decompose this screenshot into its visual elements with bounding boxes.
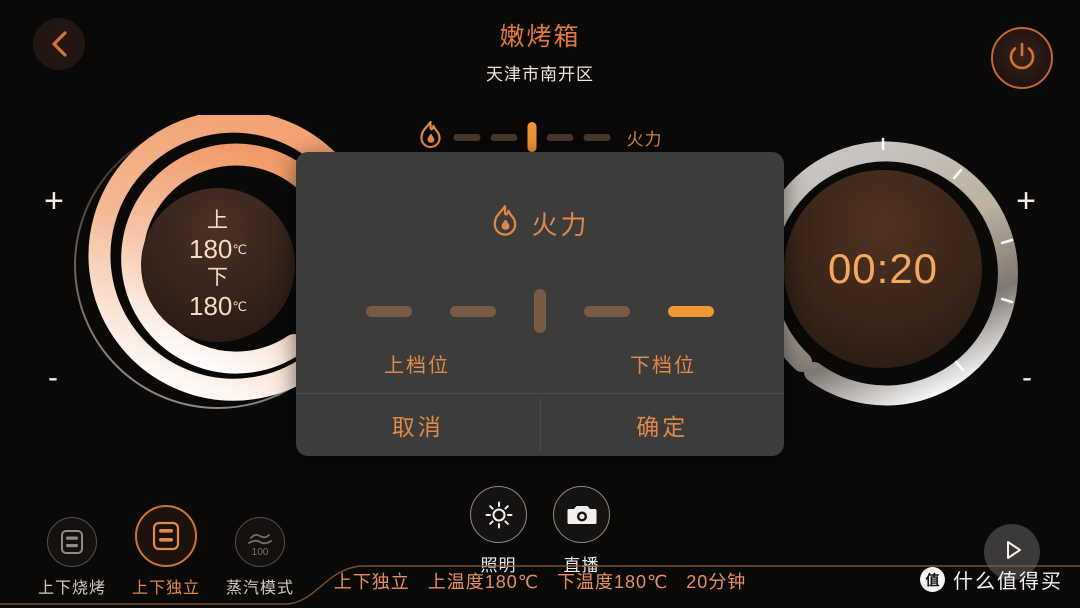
status-item: 上下独立	[333, 572, 410, 592]
level-segment-active[interactable]	[668, 305, 714, 317]
cancel-button[interactable]: 取消	[296, 394, 540, 456]
fire-segment[interactable]	[583, 133, 611, 141]
watermark-badge: 值	[920, 567, 945, 592]
dialog-title: 火力	[531, 210, 590, 240]
timer-increase-button[interactable]: +	[1016, 184, 1036, 218]
status-item: 下温度180℃	[556, 572, 669, 592]
fire-strip-label: 火力	[626, 129, 663, 149]
fire-segment[interactable]	[490, 133, 518, 141]
status-summary: 上下独立 上温度180℃ 下温度180℃ 20分钟	[334, 568, 747, 594]
watermark: 值 什么值得买	[920, 565, 1063, 594]
dialog-footer: 取消 确定	[296, 393, 784, 456]
dialog-title-row: 火力	[296, 204, 784, 243]
header-titles: 嫩烤箱 天津市南开区	[0, 22, 1080, 86]
temperature-readout: 上 180℃ 下 180℃	[141, 188, 295, 342]
timer-decrease-button[interactable]: -	[1022, 363, 1032, 393]
timer-dial[interactable]: 00:20	[744, 130, 1022, 408]
fire-power-strip[interactable]: 火力	[418, 120, 663, 154]
timer-value: 00:20	[827, 245, 939, 292]
lightbulb-icon	[470, 486, 527, 543]
fire-power-dialog: 火力 上档位 下档位 取消 确定	[296, 152, 784, 456]
fire-segment-active[interactable]	[527, 122, 537, 152]
fire-segment[interactable]	[453, 133, 481, 141]
temperature-decrease-button[interactable]: -	[48, 363, 58, 393]
confirm-button[interactable]: 确定	[541, 394, 785, 456]
upper-temp-label: 上	[207, 209, 229, 232]
level-slider-handle[interactable]	[534, 289, 546, 333]
upper-level-label: 上档位	[384, 355, 450, 377]
timer-readout: 00:20	[784, 170, 982, 368]
lower-level-label: 下档位	[630, 355, 696, 377]
lower-temp-value: 180℃	[189, 291, 247, 322]
power-button[interactable]	[991, 27, 1053, 89]
lower-temp-unit: ℃	[232, 299, 247, 314]
level-segment[interactable]	[450, 305, 496, 317]
level-segment[interactable]	[366, 305, 412, 317]
upper-temp-unit: ℃	[232, 242, 247, 257]
lower-temp-label: 下	[207, 266, 229, 289]
fire-segment[interactable]	[546, 133, 574, 141]
temperature-increase-button[interactable]: +	[44, 184, 64, 218]
status-item: 上温度180℃	[427, 572, 539, 592]
status-item: 20分钟	[686, 572, 747, 592]
oven-control-screen: 嫩烤箱 天津市南开区 火力 上 180℃ 下 180℃ + - 00:20 + …	[0, 0, 1080, 608]
upper-temp-number: 180	[189, 234, 233, 264]
page-subtitle: 天津市南开区	[486, 65, 594, 84]
lower-temp-number: 180	[189, 291, 233, 321]
dialog-level-slider[interactable]	[296, 289, 784, 333]
camera-icon	[553, 486, 610, 543]
level-segment[interactable]	[584, 305, 630, 317]
upper-temp-value: 180℃	[189, 234, 247, 265]
power-icon	[1007, 40, 1037, 77]
flame-icon	[418, 120, 444, 155]
watermark-text: 什么值得买	[953, 571, 1063, 593]
page-title: 嫩烤箱	[499, 23, 581, 51]
flame-icon	[490, 204, 520, 243]
dialog-slider-labels: 上档位 下档位	[296, 349, 784, 378]
status-bar: 上下独立 上温度180℃ 下温度180℃ 20分钟	[0, 556, 1080, 608]
